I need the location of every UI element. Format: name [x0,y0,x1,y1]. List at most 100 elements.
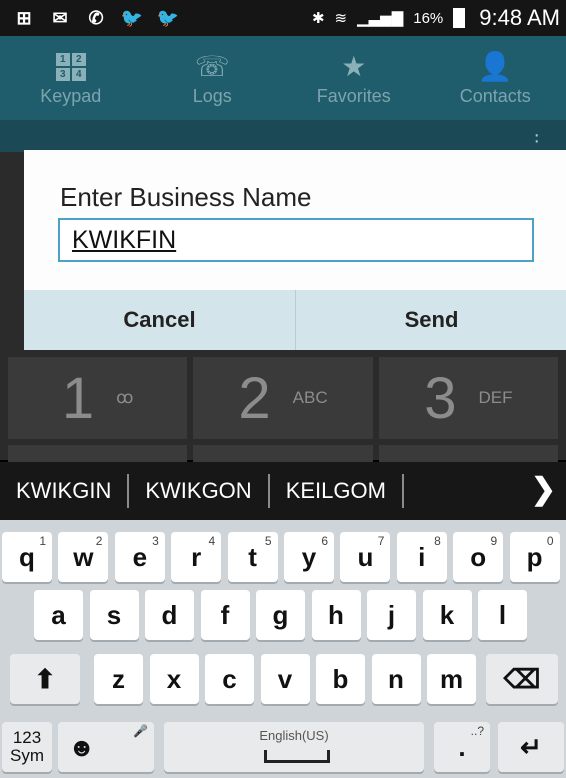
emoji-icon: ☻ [68,731,96,762]
key-label: k [439,599,455,630]
keypad-icon: 1 2 3 4 [55,50,86,84]
key-label: z [112,663,125,694]
key-g[interactable]: g [256,590,305,640]
shift-icon: ⬆ [34,663,56,694]
dialpad-key-1[interactable]: 1 ꝏ [8,357,188,439]
key-label: g [272,599,289,630]
period-key[interactable]: . ..? [434,722,490,772]
key-q[interactable]: q1 [2,532,52,582]
dialpad-key-2[interactable]: 2 ABC [193,357,373,439]
contact-icon: 👤 [477,51,513,82]
key-label: t [248,541,257,572]
key-x[interactable]: x [149,654,199,704]
tab-favorites[interactable]: ★ Favorites [283,36,425,120]
key-label: j [387,599,396,630]
divider [401,474,404,508]
key-y[interactable]: y6 [284,532,334,582]
key-number-hint: 1 [39,534,46,548]
key-label: v [277,663,293,694]
backspace-icon: ⌫ [503,663,541,694]
cancel-button[interactable]: Cancel [24,290,295,350]
app-tabs: 1 2 3 4 Keypad ☏ Logs ★ Favorites 👤 Cont… [0,36,566,120]
key-u[interactable]: u7 [340,532,391,582]
space-key[interactable]: English(US) [164,722,424,772]
key-b[interactable]: b [316,654,365,704]
tab-label: Keypad [40,85,102,106]
keyboard: ⬆ ⌫ 123 Sym ☻ 🎤 English(US) . ..? ↵ q1w2… [0,520,566,778]
enter-key[interactable]: ↵ [498,722,564,772]
business-name-input[interactable]: KWIKFIN [58,218,534,262]
key-p[interactable]: p0 [509,532,560,582]
key-t[interactable]: t5 [227,532,278,582]
key-c[interactable]: c [205,654,254,704]
key-number-hint: 7 [377,534,385,548]
key-w[interactable]: w2 [58,532,109,582]
signal-icon: ▁▃▅▇ [357,10,404,27]
key-label: y [301,541,317,572]
key-label: f [220,599,230,630]
mic-icon: 🎤 [133,724,148,738]
key-h[interactable]: h [311,590,361,640]
mail-icon: ✉ [52,7,68,28]
key-i[interactable]: i8 [396,532,447,582]
key-j[interactable]: j [367,590,416,640]
key-label: c [222,663,237,694]
key-label: e [132,541,148,572]
voicemail-icon: ꝏ [116,388,134,407]
key-o[interactable]: o9 [453,532,504,582]
tab-label: Contacts [459,85,531,106]
key-f[interactable]: f [200,590,250,640]
input-value: KWIKFIN [72,226,177,254]
key-number-hint: 3 [152,534,159,548]
clock: 9:48 AM [479,5,560,30]
suggestion-item[interactable]: KWIKGON [129,478,267,504]
sub-toolbar: · · [0,120,566,152]
key-a[interactable]: a [34,590,83,640]
key-n[interactable]: n [371,654,421,704]
space-bar-icon [264,750,330,763]
twitter-icon: 🐦 [120,7,144,28]
whatsapp-icon: ✆ [88,7,104,28]
key-label: b [332,663,349,694]
tab-keypad[interactable]: 1 2 3 4 Keypad [0,36,142,120]
dialpad-row: 1 ꝏ 2 ABC 3 DEF [8,357,558,439]
chevron-right-icon[interactable]: ❯ [531,472,556,507]
key-m[interactable]: m [427,654,476,704]
key-s[interactable]: s [89,590,139,640]
overflow-menu-icon[interactable]: · · [533,125,540,151]
key-e[interactable]: e3 [114,532,165,582]
key-label: i [418,541,426,572]
key-r[interactable]: r4 [171,532,222,582]
send-button[interactable]: Send [296,290,566,350]
tab-logs[interactable]: ☏ Logs [142,36,284,120]
key-number-hint: 0 [546,534,554,548]
suggestion-bar: KWIKGIN KWIKGON KEILGOM ❯ [0,462,566,520]
key-number-hint: 8 [434,534,441,548]
key-z[interactable]: z [94,654,143,704]
shift-key[interactable]: ⬆ [10,654,80,704]
call-log-icon: ☏ [194,51,230,82]
key-number-hint: 9 [490,534,498,548]
key-label: x [166,663,182,694]
key-v[interactable]: v [260,654,310,704]
tab-contacts[interactable]: 👤 Contacts [425,36,566,120]
key-label: a [51,599,66,630]
key-l[interactable]: l [478,590,527,640]
suggestion-item[interactable]: KEILGOM [270,478,402,504]
twitter-icon: 🐦 [156,7,180,28]
key-label: u [357,541,374,572]
key-d[interactable]: d [145,590,194,640]
battery-percent: 16% [413,9,444,27]
key-number-hint: 5 [264,534,272,548]
dialpad-key-3[interactable]: 3 DEF [378,357,558,439]
backspace-key[interactable]: ⌫ [486,654,558,704]
bluetooth-icon: ✱ [311,10,325,27]
language-label: English(US) [259,728,329,743]
plus-box-icon: ⊞ [16,7,32,28]
key-k[interactable]: k [422,590,472,640]
tab-label: Favorites [316,85,391,106]
symbols-key[interactable]: 123 Sym [2,722,52,772]
suggestion-item[interactable]: KWIKGIN [0,478,127,504]
emoji-key[interactable]: ☻ 🎤 [58,722,154,772]
key-label: q [19,541,35,572]
